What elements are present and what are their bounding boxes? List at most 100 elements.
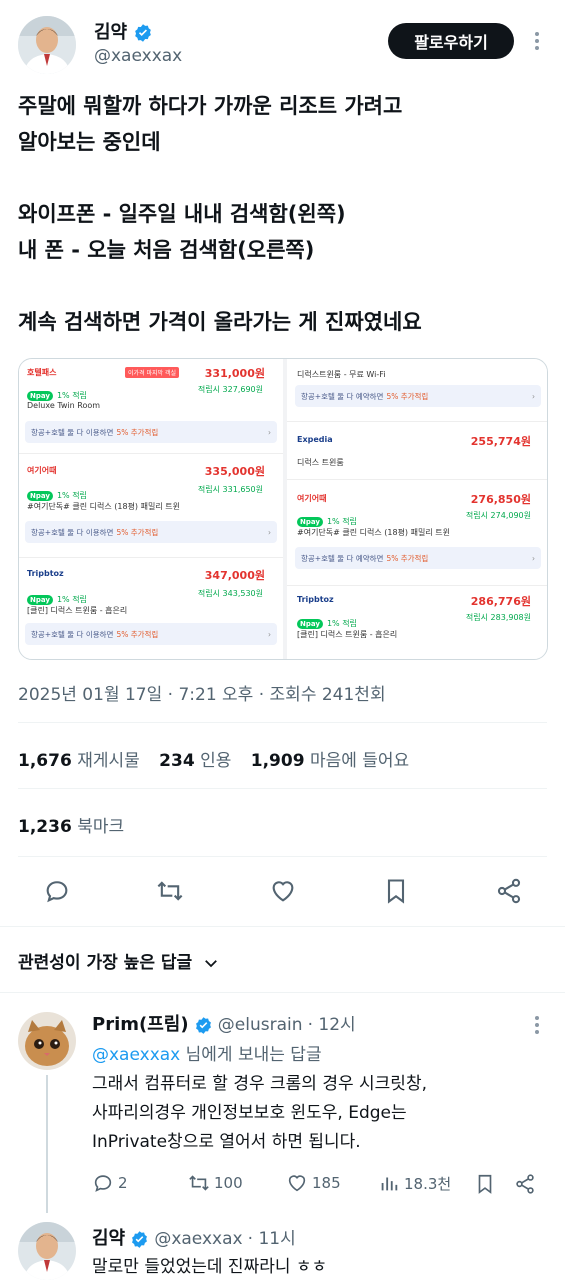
promo-text: 항공+호텔 둘 다 이용하면: [31, 527, 114, 537]
tweet-text-line: 계속 검색하면 가격이 올라가는 게 진짜였네요: [18, 310, 422, 334]
reply-to-line: @xaexxax 님에게 보내는 답글: [92, 1040, 322, 1065]
card-brand: Tripbtoz: [27, 569, 64, 578]
tweet-media[interactable]: 호텔패스 이가격 마지막 객실 331,000원 Npay 1% 적립 적립시 3…: [18, 358, 548, 660]
promo-pct: 5% 추가적립: [116, 527, 159, 537]
tweet-text: 주말에 뭐할까 하다가 가까운 리조트 가려고 알아보는 중인데 와이프폰 - …: [18, 88, 548, 340]
views-icon: [381, 1177, 398, 1191]
reply-header: 김약 @xaexxax · 11시: [92, 1224, 296, 1250]
card-room: #여기단독# 클린 디럭스 (18평) 패밀리 트윈: [27, 502, 180, 511]
like-icon: [288, 1175, 306, 1192]
card-rate: 1% 적립: [56, 491, 87, 500]
reply-to-handle[interactable]: @xaexxax: [92, 1045, 180, 1065]
reply-text: 말로만 들었었는데 진짜라니 ㅎㅎ: [92, 1257, 328, 1277]
reply-header: Prim(프림) @elusrain · 12시: [92, 1010, 356, 1036]
reply-author-name[interactable]: Prim(프림): [92, 1014, 189, 1035]
verified-badge-icon: [195, 1017, 211, 1034]
reply-retweet-button[interactable]: 100: [188, 1172, 243, 1194]
engagement-stats: 1,676 재게시물 234 인용 1,909 마음에 들어요: [18, 746, 423, 771]
card-room: [클린] 디럭스 트윈룸 - 흡은리: [27, 606, 128, 615]
reply-icon[interactable]: [43, 877, 71, 905]
like-label[interactable]: 마음에 들어요: [310, 751, 409, 771]
card-save: 적립시 331,650원: [197, 485, 263, 494]
reply-time[interactable]: · 12시: [308, 1015, 356, 1035]
card-promo[interactable]: 항공+호텔 둘 다 이용하면 5% 추가적립 ›: [25, 623, 277, 645]
retweet-label[interactable]: 재게시물: [77, 751, 140, 771]
promo-pct: 5% 추가적립: [116, 629, 159, 639]
reply-author-handle[interactable]: @xaexxax: [154, 1229, 242, 1249]
reply-author-name[interactable]: 김약: [92, 1228, 125, 1249]
media-right-screenshot[interactable]: 디럭스트윈룸 - 무료 Wi-Fi 항공+호텔 둘 다 예약하면 5% 추가적립 ›…: [287, 359, 547, 659]
reply-more-options-icon[interactable]: [535, 1016, 539, 1037]
card-rate: 1% 적립: [326, 517, 357, 526]
more-options-icon[interactable]: [535, 32, 539, 53]
retweet-icon[interactable]: [156, 877, 184, 905]
reply-time[interactable]: · 11시: [248, 1229, 296, 1249]
card-brand: Expedia: [297, 435, 333, 444]
card-promo[interactable]: 항공+호텔 둘 다 이용하면 5% 추가적립 ›: [25, 421, 277, 443]
card-promo[interactable]: 항공+호텔 둘 다 예약하면 5% 추가적립 ›: [295, 385, 541, 407]
author-avatar[interactable]: [18, 16, 76, 74]
card-save: 적립시 283,908원: [465, 613, 531, 622]
reply-reply-button[interactable]: 2: [92, 1172, 128, 1194]
card-room: #여기단독# 클린 디럭스 (18평) 패밀리 트윈: [297, 528, 450, 537]
tweet-text-line: [18, 268, 548, 304]
price-card: 여기어때 335,000원 Npay 1% 적립 적립시 331,650원 #여기…: [25, 459, 277, 559]
price-card: Tripbtoz 286,776원 Npay 1% 적립 적립시 283,908원…: [297, 595, 531, 639]
bookmark-label[interactable]: 북마크: [77, 817, 124, 837]
follow-button[interactable]: 팔로우하기: [388, 23, 514, 59]
promo-text: 항공+호텔 둘 다 이용하면: [31, 427, 114, 437]
author-handle[interactable]: @xaexxax: [94, 46, 182, 66]
verified-badge-icon: [135, 24, 152, 42]
card-tag: 이가격 마지막 객실: [125, 367, 179, 378]
reply-text: 그래서 컴퓨터로 할 경우 크롬의 경우 시크릿창, 사파리의경우 개인정보보호…: [92, 1070, 532, 1157]
card-promo[interactable]: 항공+호텔 둘 다 이용하면 5% 추가적립 ›: [25, 521, 277, 543]
card-price: 335,000원: [204, 465, 265, 478]
reply-action-bar: 2 100 185 18.3천: [92, 1172, 542, 1198]
like-count[interactable]: 1,909: [251, 751, 305, 771]
promo-pct: 5% 추가적립: [116, 427, 159, 437]
like-icon[interactable]: [269, 877, 297, 905]
author-name[interactable]: 김약: [94, 18, 153, 44]
tweet-text-line: [18, 160, 548, 196]
price-card: 호텔패스 이가격 마지막 객실 331,000원 Npay 1% 적립 적립시 3…: [25, 363, 277, 451]
reply-avatar[interactable]: [18, 1222, 76, 1280]
card-price: 347,000원: [204, 569, 265, 582]
reply-like-button[interactable]: 185: [286, 1172, 341, 1194]
card-brand: 여기어때: [27, 466, 57, 475]
quote-count[interactable]: 234: [159, 751, 195, 771]
card-price: 255,774원: [470, 435, 531, 448]
reply-text-line: 사파리의경우 개인정보보호 윈도우, Edge는: [92, 1103, 407, 1123]
card-promo[interactable]: 항공+호텔 둘 다 예약하면 5% 추가적립 ›: [295, 547, 541, 569]
reply-avatar[interactable]: [18, 1012, 76, 1070]
promo-text: 항공+호텔 둘 다 이용하면: [31, 629, 114, 639]
promo-text: 항공+호텔 둘 다 예약하면: [301, 391, 384, 401]
promo-pct: 5% 추가적립: [386, 391, 429, 401]
bookmark-icon[interactable]: [382, 877, 410, 905]
bookmark-icon[interactable]: [474, 1173, 496, 1195]
card-save: 적립시 327,690원: [197, 385, 263, 394]
card-rate: 1% 적립: [56, 595, 87, 604]
price-card: Tripbtoz 347,000원 Npay 1% 적립 적립시 343,530원…: [25, 563, 277, 659]
retweet-count[interactable]: 1,676: [18, 751, 72, 771]
thread-connector: [46, 1075, 48, 1213]
card-room: 디럭스 트윈룸: [297, 458, 344, 467]
share-icon[interactable]: [514, 1173, 536, 1195]
media-left-screenshot[interactable]: 호텔패스 이가격 마지막 객실 331,000원 Npay 1% 적립 적립시 3…: [19, 359, 283, 659]
author-name-text[interactable]: 김약: [94, 22, 127, 43]
card-save: 적립시 343,530원: [197, 589, 263, 598]
reply-author-handle[interactable]: @elusrain: [218, 1015, 303, 1035]
bookmark-count[interactable]: 1,236: [18, 817, 72, 837]
card-room: Deluxe Twin Room: [27, 401, 101, 410]
card-brand: Tripbtoz: [297, 595, 334, 604]
card-save: 적립시 274,090원: [465, 511, 531, 520]
reply-views-button[interactable]: 18.3천: [378, 1172, 451, 1194]
reply-sort-dropdown[interactable]: 관련성이 가장 높은 답글: [18, 948, 220, 973]
card-room: 디럭스트윈룸 - 무료 Wi-Fi: [297, 370, 386, 379]
share-icon[interactable]: [495, 877, 523, 905]
quote-label[interactable]: 인용: [200, 751, 231, 771]
reply-to-suffix: 님에게 보내는 답글: [180, 1045, 322, 1065]
tweet-timestamp-views[interactable]: 2025년 01월 17일 · 7:21 오후 · 조회수 241천회: [18, 680, 386, 705]
card-rate: 1% 적립: [326, 619, 357, 628]
tweet-text-line: 와이프폰 - 일주일 내내 검색함(왼쪽): [18, 202, 346, 226]
retweet-icon: [189, 1175, 209, 1191]
